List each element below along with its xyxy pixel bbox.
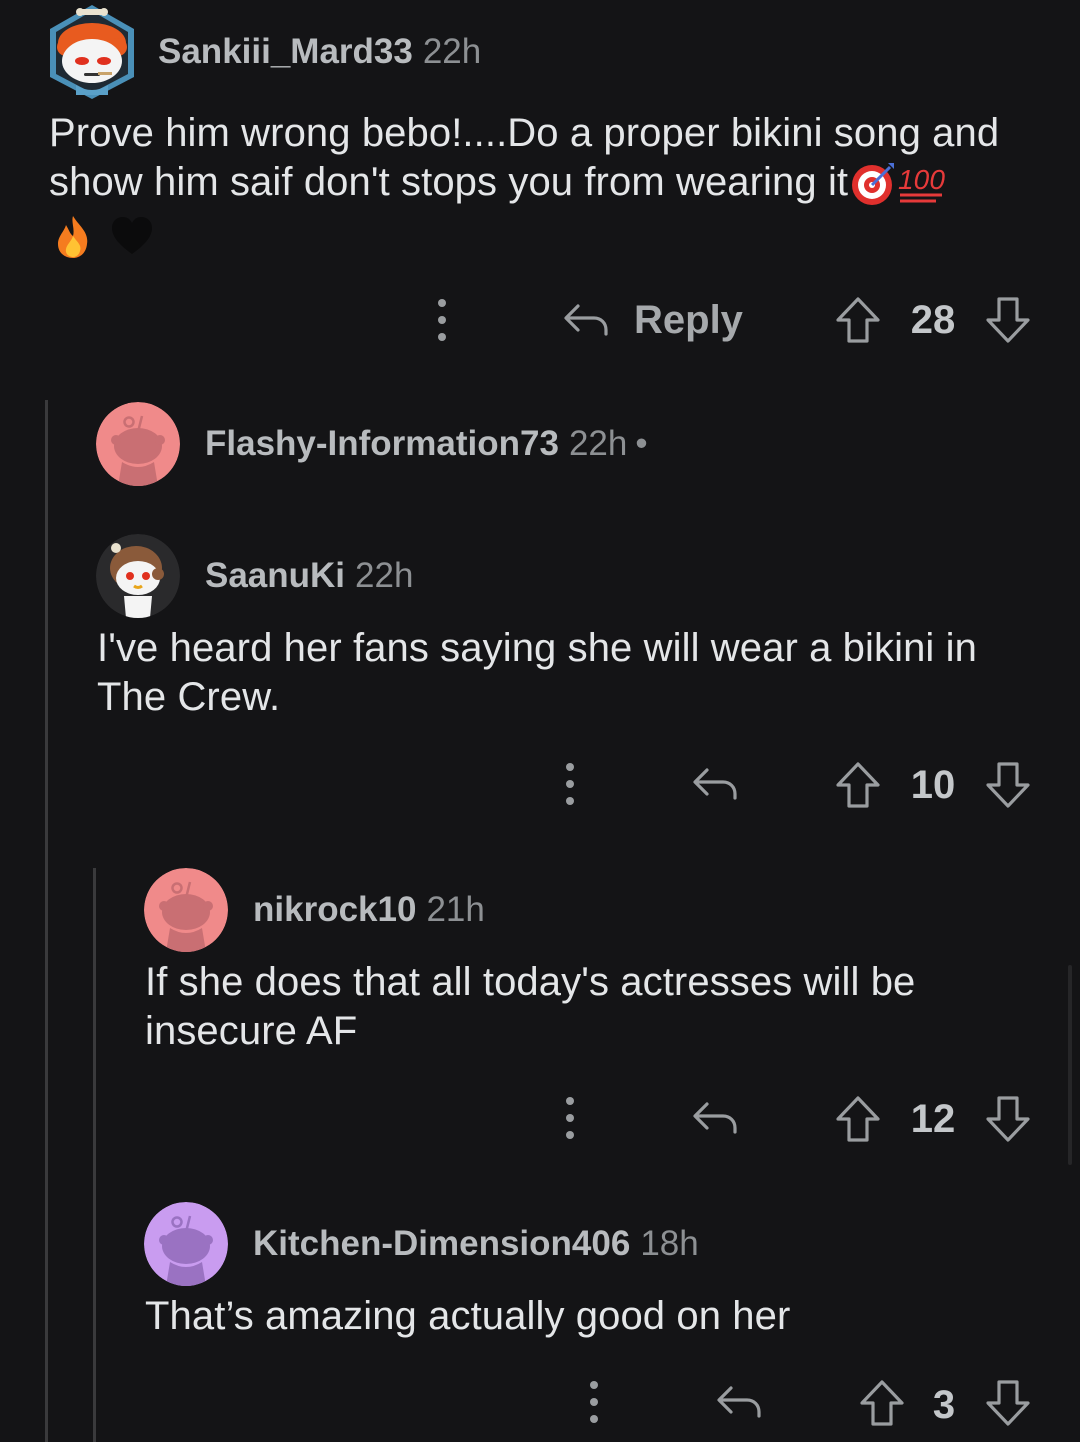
custom-snoo-owl-hat-avatar-icon <box>96 534 180 618</box>
default-snoo-avatar-icon <box>144 1202 228 1286</box>
timestamp: 22h <box>568 424 628 463</box>
comment-body-line: insecure AF <box>145 1009 358 1053</box>
timestamp: 21h <box>426 890 485 929</box>
comment-body: I've heard her fans saying she will wear… <box>97 624 1047 722</box>
username[interactable]: Sankiii_Mard33 <box>158 32 413 71</box>
comment-meta: Flashy-Information73 22h • <box>205 424 648 464</box>
comment-body-line: That’s amazing actually good on her <box>145 1294 791 1338</box>
avatar[interactable] <box>96 402 180 486</box>
avatar[interactable] <box>144 1202 228 1286</box>
comment-meta: Sankiii_Mard33 22h <box>158 32 481 72</box>
avatar[interactable] <box>46 3 138 101</box>
upvote-button[interactable] <box>832 294 884 346</box>
username[interactable]: Kitchen-Dimension406 <box>253 1224 630 1263</box>
upvote-button[interactable] <box>832 1093 884 1145</box>
comment-body: If she does that all today's actresses w… <box>145 958 1045 1056</box>
timestamp: 22h <box>355 556 414 595</box>
upvote-arrow-icon <box>860 1380 904 1426</box>
thread-line-level-2[interactable] <box>93 868 96 1442</box>
direct-hit-emoji-icon <box>852 163 895 206</box>
default-snoo-avatar-icon <box>96 402 180 486</box>
more-options-button[interactable] <box>550 754 590 814</box>
downvote-arrow-icon <box>986 1096 1030 1142</box>
upvote-button[interactable] <box>832 759 884 811</box>
username[interactable]: nikrock10 <box>253 890 416 929</box>
more-options-button[interactable] <box>422 290 462 350</box>
default-snoo-avatar-icon <box>144 868 228 952</box>
vote-score: 28 <box>910 298 956 342</box>
downvote-button[interactable] <box>982 1093 1034 1145</box>
username[interactable]: SaanuKi <box>205 556 345 595</box>
reply-arrow-icon <box>693 1102 737 1134</box>
timestamp: 18h <box>640 1224 699 1263</box>
downvote-button[interactable] <box>982 759 1034 811</box>
vote-score: 3 <box>932 1383 956 1427</box>
downvote-arrow-icon <box>986 297 1030 343</box>
custom-snoo-orange-hair-avatar-icon <box>50 5 134 99</box>
emoji-line <box>49 209 1049 259</box>
more-options-button[interactable] <box>550 1088 590 1148</box>
downvote-arrow-icon <box>986 762 1030 808</box>
timestamp: 22h <box>422 32 482 71</box>
vote-score: 10 <box>910 763 956 807</box>
scrollbar-thumb[interactable] <box>1068 965 1072 1165</box>
comment-body-line: I've heard her fans saying she will wear… <box>97 626 977 670</box>
more-options-button[interactable] <box>574 1372 614 1432</box>
reply-arrow-icon <box>693 768 737 800</box>
reply-arrow-icon <box>564 304 608 336</box>
fire-emoji-icon <box>58 215 88 258</box>
comment-meta: nikrock10 21h <box>253 890 485 930</box>
hundred-points-emoji-icon: 100 <box>898 164 945 203</box>
black-heart-emoji-icon <box>112 216 153 254</box>
svg-text:100: 100 <box>898 164 945 195</box>
upvote-arrow-icon <box>836 762 880 808</box>
downvote-button[interactable] <box>982 1377 1034 1429</box>
reply-button[interactable] <box>688 758 742 810</box>
comment-body-line: The Crew. <box>97 675 281 719</box>
comment-body-line: Prove him wrong bebo!....Do a proper bik… <box>49 111 1000 155</box>
comment-meta: SaanuKi 22h <box>205 556 413 596</box>
username[interactable]: Flashy-Information73 <box>205 424 559 463</box>
comment-meta: Kitchen-Dimension406 18h <box>253 1224 699 1264</box>
separator-dot: • <box>635 424 648 463</box>
upvote-button[interactable] <box>856 1377 908 1429</box>
comment-body: That’s amazing actually good on her <box>145 1292 1045 1341</box>
avatar[interactable] <box>96 534 180 618</box>
upvote-arrow-icon <box>836 1096 880 1142</box>
downvote-arrow-icon <box>986 1380 1030 1426</box>
reply-label[interactable]: Reply <box>634 297 743 343</box>
avatar[interactable] <box>144 868 228 952</box>
reply-button[interactable] <box>712 1376 766 1428</box>
comment-body-line: If she does that all today's actresses w… <box>145 960 916 1004</box>
vote-score: 12 <box>910 1097 956 1141</box>
reply-button[interactable] <box>688 1092 742 1144</box>
comment-body-line: show him saif don't stops you from weari… <box>49 158 1049 207</box>
upvote-arrow-icon <box>836 297 880 343</box>
comment-body: Prove him wrong bebo!....Do a proper bik… <box>49 109 1049 260</box>
downvote-button[interactable] <box>982 294 1034 346</box>
thread-line-level-1[interactable] <box>45 400 48 1442</box>
comment-body-text: show him saif don't stops you from weari… <box>49 160 849 204</box>
reply-arrow-icon <box>717 1386 761 1418</box>
